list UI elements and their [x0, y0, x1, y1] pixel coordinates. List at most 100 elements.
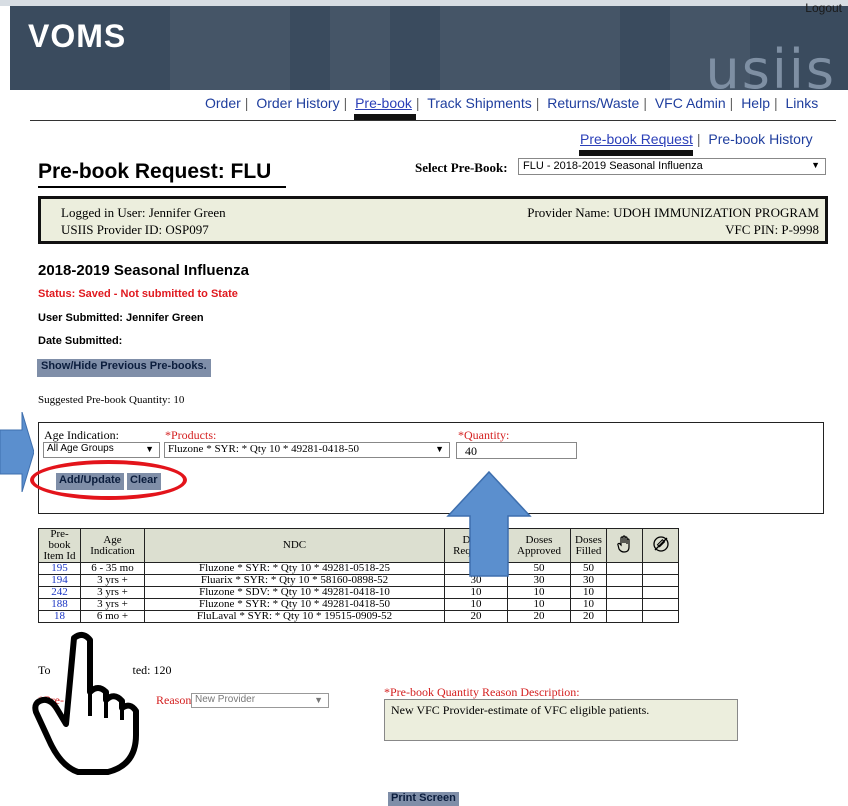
- item-id-link[interactable]: 18: [54, 610, 65, 622]
- cell-age: 3 yrs +: [80, 574, 145, 587]
- cell-filled: 10: [570, 598, 607, 611]
- quantity-input[interactable]: 40: [456, 442, 577, 459]
- user-submitted: User Submitted: Jennifer Green: [38, 312, 204, 324]
- nav-help[interactable]: Help: [741, 95, 770, 111]
- status-value: Saved - Not submitted to State: [78, 288, 238, 300]
- nav-prebook[interactable]: Pre-book: [355, 95, 412, 111]
- cell-hold: [606, 610, 643, 623]
- cell-requested: 10: [444, 598, 508, 611]
- quantity-reason-select[interactable]: New Provider ▼: [191, 693, 329, 708]
- cell-filled: 10: [570, 586, 607, 599]
- provider-name: Provider Name: UDOH IMMUNIZATION PROGRAM: [527, 205, 819, 220]
- user-info-box: Logged in User: Jennifer Green USIIS Pro…: [38, 196, 828, 244]
- table-header-row: Pre-book Item Id Age Indication NDC Dose…: [38, 528, 679, 563]
- select-prebook-value: FLU - 2018-2019 Seasonal Influenza: [523, 160, 703, 172]
- title-underline: [38, 186, 286, 188]
- quantity-reason-value: New Provider: [195, 694, 256, 705]
- prebook-items-table: Pre-book Item Id Age Indication NDC Dose…: [38, 528, 679, 623]
- cell-hold: [606, 586, 643, 599]
- cell-requested: 20: [444, 610, 508, 623]
- nav-order[interactable]: Order: [205, 95, 241, 111]
- col-age-indication: Age Indication: [80, 528, 145, 563]
- provider-id: USIIS Provider ID: OSP097: [61, 222, 209, 237]
- cell-hold: [606, 562, 643, 575]
- nav-links[interactable]: Links: [786, 95, 819, 111]
- nav-returns-waste[interactable]: Returns/Waste: [547, 95, 639, 111]
- table-row: 188 3 yrs + Fluzone * SYR: * Qty 10 * 49…: [38, 598, 679, 611]
- usiis-logo: usiis: [705, 38, 836, 101]
- sub-nav: Pre-book Request | Pre-book History: [580, 131, 813, 147]
- cell-requested: 10: [444, 586, 508, 599]
- table-row: 194 3 yrs + Fluarix * SYR: * Qty 10 * 58…: [38, 574, 679, 587]
- nav-track-shipments[interactable]: Track Shipments: [427, 95, 532, 111]
- sub-nav-active-indicator: [579, 150, 693, 156]
- chevron-down-icon: ▼: [145, 444, 154, 454]
- tab-prebook-history[interactable]: Pre-book History: [708, 131, 812, 147]
- hand-pointer-icon: [32, 632, 139, 775]
- season-title: 2018-2019 Seasonal Influenza: [38, 262, 249, 279]
- cell-filled: 50: [570, 562, 607, 575]
- up-pointer-arrow: [446, 470, 532, 577]
- cell-age: 3 yrs +: [80, 598, 145, 611]
- table-row: 242 3 yrs + Fluzone * SDV: * Qty 10 * 49…: [38, 586, 679, 599]
- age-indication-value: All Age Groups: [47, 443, 114, 454]
- chevron-down-icon: ▼: [435, 444, 444, 454]
- products-value: Fluzone * SYR: * Qty 10 * 49281-0418-50: [168, 443, 359, 455]
- page-title: Pre-book Request: FLU: [38, 160, 272, 183]
- date-submitted: Date Submitted:: [38, 335, 123, 347]
- col-doses-filled: Doses Filled: [570, 528, 607, 563]
- chevron-down-icon: ▼: [314, 695, 323, 705]
- cell-hold: [606, 598, 643, 611]
- table-row: 195 6 - 35 mo Fluzone * SYR: * Qty 10 * …: [38, 562, 679, 575]
- print-screen-button[interactable]: Print Screen: [388, 792, 459, 806]
- cell-filled: 30: [570, 574, 607, 587]
- app-title: VOMS: [28, 18, 127, 54]
- nav-order-history[interactable]: Order History: [256, 95, 339, 111]
- status-label: Status:: [38, 288, 76, 300]
- table-row: 18 6 mo + FluLaval * SYR: * Qty 10 * 195…: [38, 610, 679, 623]
- status-line: Status: Saved - Not submitted to State: [38, 288, 238, 300]
- products-label: *Products:: [165, 428, 217, 442]
- main-nav: Order | Order History | Pre-book | Track Sh…: [205, 95, 819, 111]
- tab-prebook-request[interactable]: Pre-book Request: [580, 131, 693, 147]
- cell-ndc: FluLaval * SYR: * Qty 10 * 19515-0909-52: [144, 610, 445, 623]
- reason-description-textarea[interactable]: New VFC Provider-estimate of VFC eligibl…: [384, 699, 738, 741]
- select-prebook-label: Select Pre-Book:: [415, 160, 508, 175]
- col-ndc: NDC: [144, 528, 445, 563]
- cell-cancel: [642, 610, 679, 623]
- products-select[interactable]: Fluzone * SYR: * Qty 10 * 49281-0418-50 …: [164, 442, 450, 458]
- hand-stop-icon: [606, 528, 643, 563]
- cell-ndc: Fluarix * SYR: * Qty 10 * 58160-0898-52: [144, 574, 445, 587]
- item-id-link[interactable]: 188: [51, 598, 68, 610]
- cell-filled: 20: [570, 610, 607, 623]
- vfc-pin: VFC PIN: P-9998: [725, 222, 819, 237]
- cell-cancel: [642, 586, 679, 599]
- nav-divider: [30, 120, 836, 121]
- cell-hold: [606, 574, 643, 587]
- cell-approved: 10: [507, 598, 571, 611]
- cell-age: 6 - 35 mo: [80, 562, 145, 575]
- show-hide-previous-button[interactable]: Show/Hide Previous Pre-books.: [37, 359, 211, 377]
- age-indication-select[interactable]: All Age Groups ▼: [43, 442, 160, 458]
- cell-age: 6 mo +: [80, 610, 145, 623]
- item-id-link[interactable]: 194: [51, 574, 68, 586]
- reason-description-label: *Pre-book Quantity Reason Description:: [384, 685, 580, 699]
- item-id-link[interactable]: 195: [51, 562, 68, 574]
- col-item-id: Pre-book Item Id: [38, 528, 81, 563]
- syringe-cancel-icon: [642, 528, 679, 563]
- logout-link[interactable]: Logout: [805, 1, 842, 15]
- cell-ndc: Fluzone * SYR: * Qty 10 * 49281-0418-50: [144, 598, 445, 611]
- suggested-quantity: Suggested Pre-book Quantity: 10: [38, 394, 185, 406]
- quantity-label: *Quantity:: [458, 428, 510, 442]
- cell-cancel: [642, 562, 679, 575]
- cell-cancel: [642, 574, 679, 587]
- cell-approved: 10: [507, 586, 571, 599]
- select-prebook-dropdown[interactable]: FLU - 2018-2019 Seasonal Influenza ▼: [518, 158, 826, 175]
- left-pointer-arrow: [0, 412, 34, 492]
- chevron-down-icon: ▼: [811, 160, 820, 170]
- cell-cancel: [642, 598, 679, 611]
- cell-ndc: Fluzone * SDV: * Qty 10 * 49281-0418-10: [144, 586, 445, 599]
- nav-vfc-admin[interactable]: VFC Admin: [655, 95, 726, 111]
- item-id-link[interactable]: 242: [51, 586, 68, 598]
- cell-approved: 20: [507, 610, 571, 623]
